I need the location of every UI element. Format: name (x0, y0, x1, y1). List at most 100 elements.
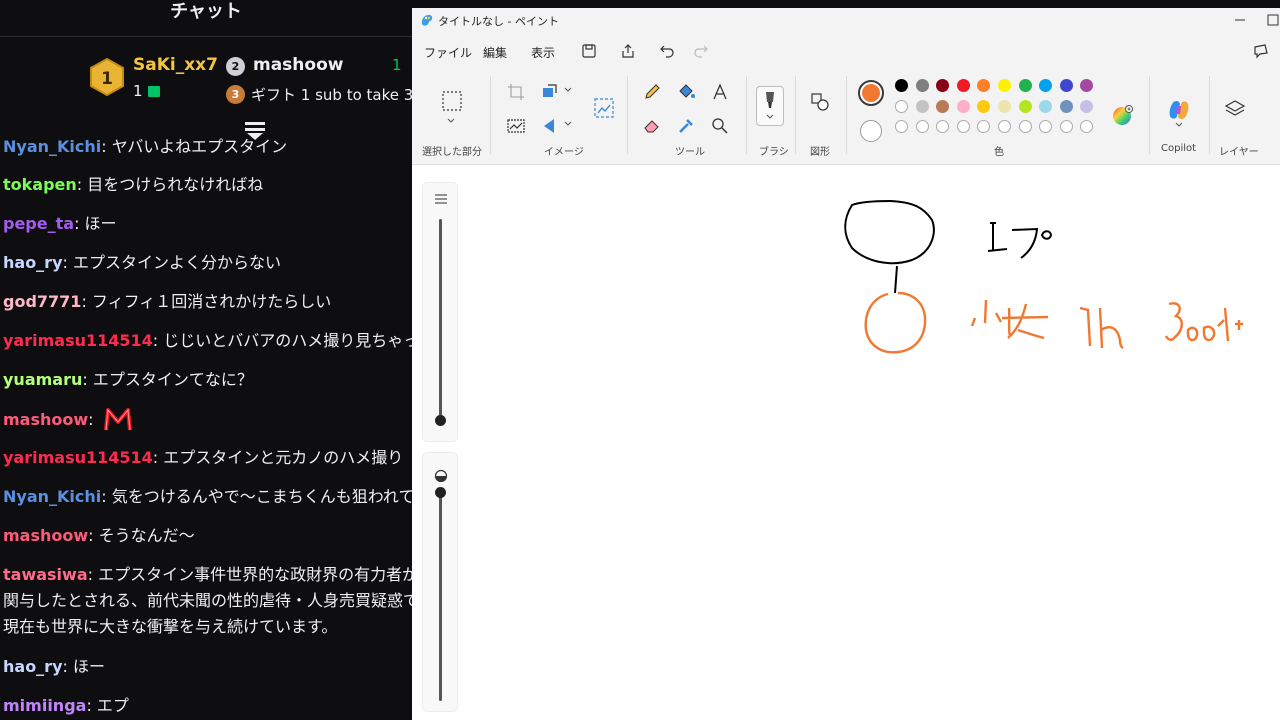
chat-username[interactable]: mimiinga (3, 696, 86, 715)
primary-color-ring[interactable] (858, 80, 884, 106)
tools-group-label: ツール (675, 147, 705, 158)
brush-size-slider[interactable] (422, 182, 458, 442)
palette-color-swatch[interactable] (915, 79, 929, 92)
chat-username[interactable]: god7771 (3, 292, 81, 311)
custom-color-slot[interactable] (1059, 120, 1073, 133)
gift-icon (147, 86, 160, 97)
slider-thumb[interactable] (435, 487, 446, 498)
pencil-icon[interactable] (642, 82, 662, 102)
rank-1-username[interactable]: SaKi_xx7 (133, 55, 218, 75)
rank-1-count-value: 1 (133, 82, 143, 100)
chat-username[interactable]: hao_ry (3, 657, 63, 676)
palette-color-swatch[interactable] (895, 100, 908, 113)
palette-color-swatch[interactable] (977, 100, 991, 113)
custom-color-slot[interactable] (1039, 120, 1053, 133)
palette-color-swatch[interactable] (1059, 100, 1073, 113)
palette-color-swatch[interactable] (1080, 100, 1094, 113)
image-group-label: イメージ (544, 147, 584, 158)
edit-colors-icon[interactable] (1111, 104, 1135, 128)
text-icon[interactable] (710, 82, 730, 102)
secondary-color-swatch[interactable] (860, 120, 882, 142)
palette-color-swatch[interactable] (956, 79, 970, 92)
drawing-canvas[interactable] (412, 165, 1280, 720)
chat-username[interactable]: Nyan_Kichi (3, 487, 101, 506)
palette-color-swatch[interactable] (895, 79, 908, 92)
redo-icon[interactable] (692, 42, 710, 60)
brush-group-label: ブラシ (759, 147, 789, 158)
chat-username[interactable]: yarimasu114514 (3, 331, 153, 350)
palette-color-swatch[interactable] (1018, 100, 1032, 113)
palette-color-swatch[interactable] (1039, 79, 1053, 92)
chat-username[interactable]: tokapen (3, 175, 77, 194)
custom-color-slot[interactable] (1018, 120, 1032, 133)
magnifier-icon[interactable] (710, 116, 730, 136)
palette-color-swatch[interactable] (936, 100, 950, 113)
chat-username[interactable]: pepe_ta (3, 214, 74, 233)
custom-color-slot[interactable] (1080, 120, 1094, 133)
custom-color-slot[interactable] (956, 120, 970, 133)
chat-message-list: Nyan_Kichi: ヤバいよねエプスタイン tokapen: 目をつけられな… (0, 130, 412, 720)
palette-color-swatch[interactable] (1039, 100, 1053, 113)
chat-message: tokapen: 目をつけられなければね (3, 175, 264, 194)
chat-username[interactable]: yarimasu114514 (3, 448, 153, 467)
custom-color-slot[interactable] (915, 120, 929, 133)
menu-view[interactable]: 表示 (531, 44, 555, 61)
palette-color-swatch[interactable] (1059, 79, 1073, 92)
rank-1-number: 1 (101, 69, 113, 89)
resize-icon[interactable] (540, 82, 560, 102)
menu-edit[interactable]: 編集 (483, 44, 507, 61)
eraser-icon[interactable] (642, 116, 662, 136)
undo-icon[interactable] (658, 42, 676, 60)
palette-color-swatch[interactable] (1018, 79, 1032, 92)
color-picker-icon[interactable] (676, 116, 696, 136)
chat-message: mashoow: そうなんだ〜 (3, 526, 195, 545)
chevron-down-icon (766, 114, 774, 119)
rectangle-select-icon[interactable] (441, 90, 463, 112)
rank-2-username[interactable]: mashoow (253, 55, 343, 75)
palette-color-swatch[interactable] (915, 100, 929, 113)
chat-message: Nyan_Kichi: ヤバいよねエプスタイン (3, 137, 288, 156)
menu-file[interactable]: ファイル (424, 44, 472, 61)
palette-color-swatch[interactable] (977, 79, 991, 92)
paint-app-icon (421, 14, 433, 26)
opacity-slider[interactable] (422, 452, 458, 712)
custom-color-slot[interactable] (936, 120, 950, 133)
custom-color-slot[interactable] (895, 120, 908, 133)
fill-bucket-icon[interactable] (676, 82, 696, 102)
chat-username[interactable]: tawasiwa (3, 565, 88, 584)
chat-username[interactable]: Nyan_Kichi (3, 137, 101, 156)
shapes-icon[interactable] (810, 92, 830, 112)
chat-username[interactable]: mashoow (3, 410, 88, 429)
custom-color-slot[interactable] (977, 120, 991, 133)
chat-text: エプスタインてなに？ (92, 370, 253, 389)
palette-color-swatch[interactable] (998, 100, 1011, 113)
palette-color-swatch[interactable] (998, 79, 1011, 92)
chat-username[interactable]: mashoow (3, 526, 88, 545)
select-all-icon[interactable] (506, 116, 526, 136)
copilot-icon[interactable] (1167, 98, 1191, 122)
crop-icon[interactable] (506, 82, 526, 102)
custom-color-slot[interactable] (998, 120, 1011, 133)
minimize-icon[interactable] (1230, 11, 1250, 29)
comment-icon[interactable] (1252, 42, 1270, 60)
maximize-icon[interactable] (1265, 11, 1280, 29)
save-icon[interactable] (580, 42, 598, 60)
flip-icon[interactable] (540, 116, 560, 136)
palette-color-swatch[interactable] (1080, 79, 1094, 92)
slider-thumb[interactable] (435, 415, 446, 426)
palette-color-swatch[interactable] (936, 79, 950, 92)
chat-username[interactable]: yuamaru (3, 370, 82, 389)
chat-username[interactable]: hao_ry (3, 253, 63, 272)
layers-icon[interactable] (1224, 98, 1246, 120)
chat-message: hao_ry: ほー (3, 657, 105, 676)
palette-color-swatch[interactable] (956, 100, 970, 113)
copilot-group-label: Copilot (1161, 143, 1197, 154)
brush-button[interactable] (756, 86, 784, 126)
chevron-down-icon[interactable] (562, 118, 574, 130)
chevron-down-icon[interactable] (445, 116, 457, 126)
share-icon[interactable] (619, 42, 637, 60)
chevron-down-icon[interactable] (562, 84, 574, 96)
paint-window: タイトルなし - ペイント ファイル 編集 表示 選択した部分 イメージ ツール… (412, 8, 1280, 720)
chevron-down-icon[interactable] (1173, 120, 1185, 130)
image-remove-background-icon[interactable] (592, 96, 616, 120)
